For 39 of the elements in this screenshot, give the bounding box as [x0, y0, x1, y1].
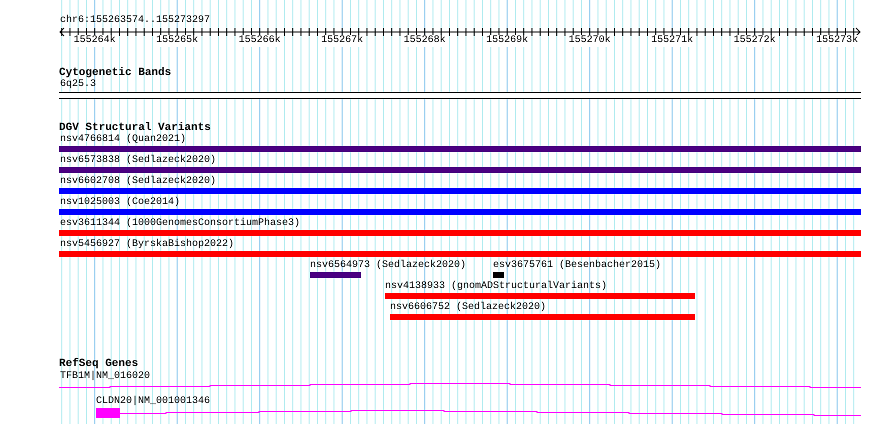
variant-label: esv3675761 (Besenbacher2015): [493, 260, 662, 272]
variant-label: nsv6564973 (Sedlazeck2020): [310, 260, 466, 272]
location-label: chr6:155263574..155273297: [60, 15, 210, 27]
variant-label: nsv6606752 (Sedlazeck2020): [390, 302, 546, 314]
variant-bar[interactable]: [59, 209, 861, 215]
variant-label: nsv4766814 (Quan2021): [60, 134, 186, 146]
track-title: RefSeq Genes: [59, 358, 138, 370]
variant-bar[interactable]: [59, 230, 861, 236]
variant-label: nsv6602708 (Sedlazeck2020): [60, 176, 216, 188]
scale-label: 155273k: [816, 35, 858, 47]
gene-model[interactable]: [58, 383, 862, 388]
variant-bar[interactable]: [390, 314, 695, 320]
variant-bar[interactable]: [493, 272, 504, 278]
scale-label: 155269k: [486, 35, 528, 47]
scale-label: 155265k: [156, 35, 198, 47]
variant-label: esv3611344 (1000GenomesConsortiumPhase3): [60, 218, 300, 230]
gene-model[interactable]: [96, 408, 862, 418]
variant-label: nsv4138933 (gnomADStructuralVariants): [385, 281, 608, 293]
variant-bar[interactable]: [59, 251, 861, 257]
band-label: 6q25.3: [60, 79, 96, 91]
scale-label: 155264k: [74, 35, 116, 47]
track-title: Cytogenetic Bands: [59, 67, 172, 79]
track-title: DGV Structural Variants: [59, 122, 211, 134]
variant-bar[interactable]: [310, 272, 361, 278]
gene-label: TFB1M|NM_016020: [60, 371, 150, 383]
variant-bar[interactable]: [59, 146, 861, 152]
variant-label: nsv6573838 (Sedlazeck2020): [60, 155, 216, 167]
variant-label: nsv5456927 (ByrskaBishop2022): [60, 239, 234, 251]
variant-bar[interactable]: [59, 188, 861, 194]
variant-label: nsv1025003 (Coe2014): [60, 197, 180, 209]
scale-label: 155266k: [238, 35, 281, 47]
variant-bar[interactable]: [59, 167, 861, 173]
gene-label: CLDN20|NM_001001346: [96, 396, 210, 408]
variant-bar[interactable]: [385, 293, 695, 299]
scale-label: 155270k: [568, 35, 611, 47]
scale-label: 155271k: [651, 35, 694, 47]
scale-label: 155268k: [404, 35, 446, 47]
scale-label: 155267k: [321, 35, 364, 47]
scale-label: 155272k: [734, 35, 776, 47]
